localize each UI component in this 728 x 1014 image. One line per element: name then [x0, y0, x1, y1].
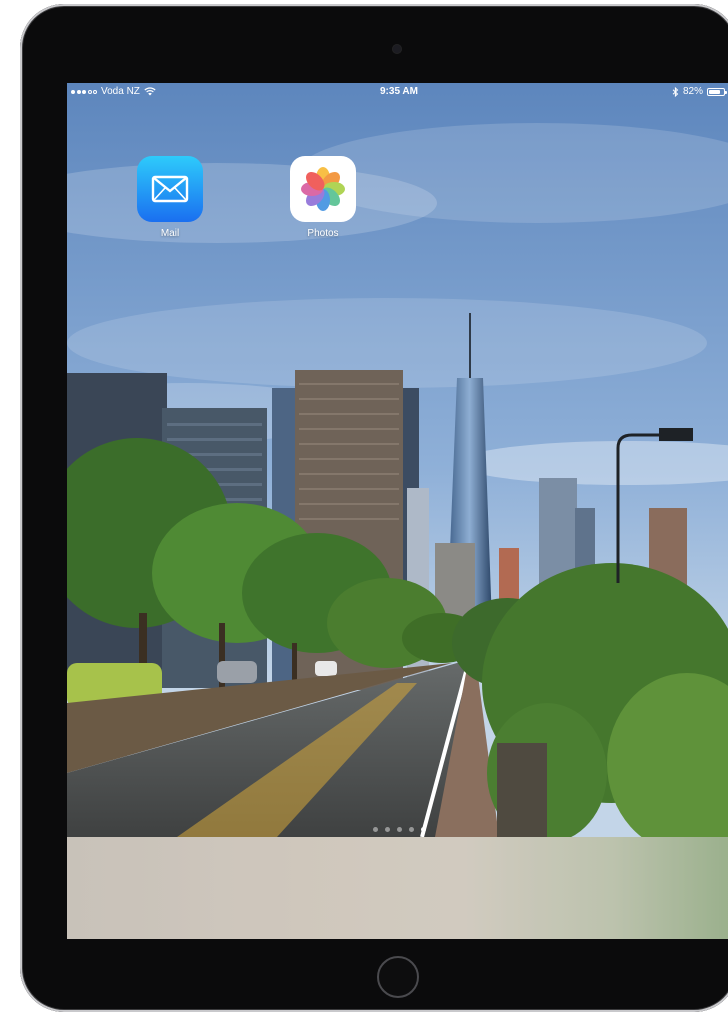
home-screen: Voda NZ 9:35 AM 82% Mail Photos	[67, 83, 728, 939]
status-right: 82%	[672, 86, 727, 97]
page-dot[interactable]	[372, 827, 378, 832]
page-dot[interactable]	[420, 827, 426, 832]
mail-app-label: Mail	[160, 228, 180, 239]
dock	[67, 837, 728, 939]
mail-icon[interactable]	[137, 156, 203, 222]
ipad-device-frame: Voda NZ 9:35 AM 82% Mail Photos	[20, 4, 728, 1012]
battery-level-fill	[709, 89, 721, 94]
page-dot[interactable]	[384, 827, 390, 832]
home-button[interactable]	[377, 956, 419, 998]
page-indicator[interactable]	[67, 827, 728, 832]
bluetooth-icon	[672, 86, 679, 97]
photos-app-label: Photos	[307, 228, 339, 239]
battery-percent-label: 82%	[682, 86, 703, 97]
mail-app[interactable]: Mail	[130, 156, 210, 239]
photos-app[interactable]: Photos	[283, 156, 363, 239]
page-dot[interactable]	[396, 827, 402, 832]
page-dot[interactable]	[408, 827, 414, 832]
front-camera-icon	[392, 44, 402, 54]
battery-icon	[707, 87, 727, 96]
clock-label: 9:35 AM	[380, 86, 418, 97]
photos-icon[interactable]	[290, 156, 356, 222]
status-bar: Voda NZ 9:35 AM 82%	[67, 83, 728, 101]
